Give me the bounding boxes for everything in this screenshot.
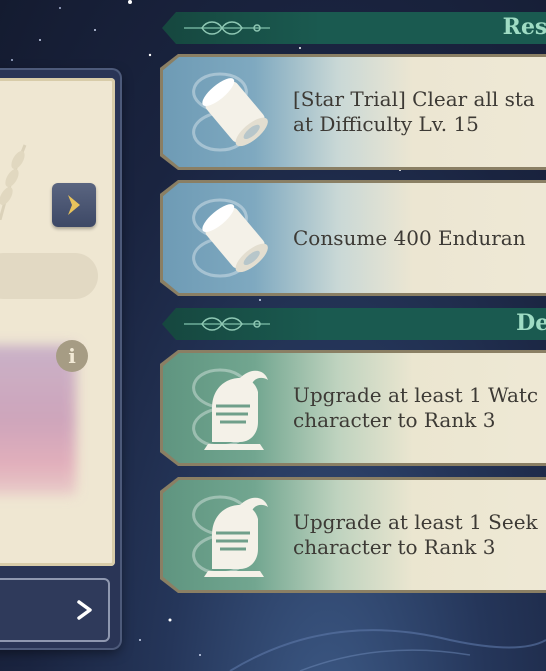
task-text-line-1: Upgrade at least 1 Seek bbox=[293, 510, 538, 534]
info-icon[interactable]: i bbox=[56, 340, 88, 372]
task-description: Consume 400 Enduran bbox=[293, 180, 546, 296]
task-text-line-1: Consume 400 Enduran bbox=[293, 225, 526, 250]
ornament-icon bbox=[184, 317, 270, 331]
section-title: Dev bbox=[516, 310, 546, 336]
wheat-decoration-icon bbox=[0, 144, 27, 220]
section-title: Reso bbox=[502, 14, 546, 40]
task-description: Upgrade at least 1 Seek character to Ran… bbox=[293, 477, 546, 593]
knight-helmet-icon bbox=[204, 370, 268, 450]
chevron-right-icon bbox=[68, 195, 80, 215]
task-text-line-2: character to Rank 3 bbox=[293, 408, 496, 432]
task-text-line-2: character to Rank 3 bbox=[293, 535, 496, 559]
scroll-icon bbox=[202, 204, 268, 273]
task-card[interactable]: [Star Trial] Clear all sta at Difficulty… bbox=[160, 54, 546, 170]
task-card[interactable]: Upgrade at least 1 Seek character to Ran… bbox=[160, 477, 546, 593]
task-description: [Star Trial] Clear all sta at Difficulty… bbox=[293, 54, 546, 170]
section-header-development: Dev bbox=[162, 308, 546, 340]
task-description: Upgrade at least 1 Watc character to Ran… bbox=[293, 350, 546, 466]
bottom-action-button[interactable] bbox=[0, 578, 110, 642]
chevron-right-icon bbox=[77, 600, 92, 620]
next-arrow-button[interactable] bbox=[52, 183, 96, 227]
knight-helmet-icon bbox=[204, 497, 268, 577]
task-text-line-1: [Star Trial] Clear all sta bbox=[293, 87, 535, 111]
task-text-line-1: Upgrade at least 1 Watc bbox=[293, 383, 539, 407]
task-card[interactable]: Consume 400 Enduran bbox=[160, 180, 546, 296]
input-pill[interactable] bbox=[0, 253, 98, 299]
section-header-resources: Reso bbox=[162, 12, 546, 44]
task-card[interactable]: Upgrade at least 1 Watc character to Ran… bbox=[160, 350, 546, 466]
scroll-icon bbox=[202, 78, 268, 147]
task-text-line-2: at Difficulty Lv. 15 bbox=[293, 112, 479, 136]
ornament-icon bbox=[184, 21, 270, 35]
